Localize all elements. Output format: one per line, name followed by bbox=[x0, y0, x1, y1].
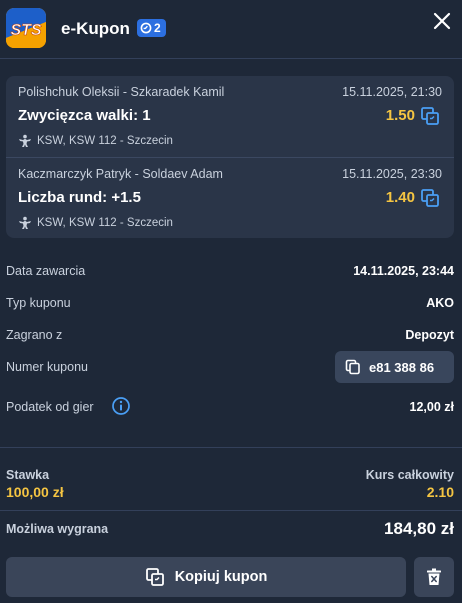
bet-date: 15.11.2025, 23:30 bbox=[342, 167, 442, 181]
played-value: Depozyt bbox=[405, 328, 454, 342]
stake-value: 100,00 zł bbox=[6, 484, 64, 500]
copy-icon bbox=[421, 189, 439, 207]
detail-row-tax: Podatek od gier 12,00 zł bbox=[6, 397, 454, 419]
coupon-header: STS e-Kupon 2 bbox=[0, 0, 462, 58]
info-icon bbox=[112, 397, 130, 415]
mma-icon bbox=[19, 134, 31, 147]
detail-row-type: Typ kuponu AKO bbox=[6, 293, 454, 315]
possible-win-value: 184,80 zł bbox=[384, 519, 454, 538]
trash-icon bbox=[427, 568, 441, 585]
detail-row-played: Zagrano z Depozyt bbox=[6, 325, 454, 347]
played-label: Zagrano z bbox=[6, 328, 63, 342]
total-odds-value: 2.10 bbox=[426, 484, 454, 500]
date-value: 14.11.2025, 23:44 bbox=[353, 264, 454, 278]
close-icon bbox=[433, 12, 451, 30]
copy-icon bbox=[145, 568, 164, 586]
bet-odds: 1.50 bbox=[385, 107, 415, 124]
bet-date: 15.11.2025, 21:30 bbox=[342, 85, 442, 99]
header-divider bbox=[0, 58, 462, 59]
bet-count: 2 bbox=[154, 21, 161, 35]
bets-list: Polishchuk Oleksii - Szkaradek Kamil 15.… bbox=[6, 76, 454, 238]
type-label: Typ kuponu bbox=[6, 296, 71, 310]
tax-value: 12,00 zł bbox=[409, 400, 454, 414]
bet-league: KSW, KSW 112 - Szczecin bbox=[18, 216, 173, 230]
sts-logo: STS bbox=[6, 8, 46, 48]
total-odds-label: Kurs całkowity bbox=[365, 468, 454, 482]
number-label: Numer kuponu bbox=[6, 360, 88, 374]
copy-selection-button[interactable] bbox=[420, 106, 440, 126]
bet-market: Zwycięzca walki: 1 bbox=[18, 107, 151, 124]
bet-odds: 1.40 bbox=[385, 189, 415, 206]
svg-text:STS: STS bbox=[10, 22, 41, 39]
bet-league: KSW, KSW 112 - Szczecin bbox=[18, 134, 173, 148]
bet-league-label: KSW, KSW 112 - Szczecin bbox=[37, 135, 173, 147]
tax-info-button[interactable] bbox=[111, 396, 131, 416]
copy-icon bbox=[421, 107, 439, 125]
bet-players: Polishchuk Oleksii - Szkaradek Kamil bbox=[18, 85, 225, 99]
summary-divider bbox=[0, 447, 462, 448]
bet-players: Kaczmarczyk Patryk - Soldaev Adam bbox=[18, 167, 223, 181]
stake-label: Stawka bbox=[6, 468, 50, 482]
delete-coupon-button[interactable] bbox=[414, 557, 454, 597]
tax-label: Podatek od gier bbox=[6, 400, 94, 414]
detail-row-date: Data zawarcia 14.11.2025, 23:44 bbox=[6, 261, 454, 283]
coupon-title: e-Kupon bbox=[61, 19, 130, 38]
bet-item: Kaczmarczyk Patryk - Soldaev Adam 15.11.… bbox=[6, 157, 454, 238]
copy-coupon-button[interactable]: Kopiuj kupon bbox=[6, 557, 406, 597]
date-label: Data zawarcia bbox=[6, 264, 86, 278]
close-button[interactable] bbox=[430, 9, 454, 33]
copy-selection-button[interactable] bbox=[420, 188, 440, 208]
type-value: AKO bbox=[426, 296, 454, 310]
bet-count-badge: 2 bbox=[137, 19, 166, 37]
possible-win-label: Możliwa wygrana bbox=[6, 522, 109, 536]
bet-item: Polishchuk Oleksii - Szkaradek Kamil 15.… bbox=[6, 76, 454, 157]
bet-league-label: KSW, KSW 112 - Szczecin bbox=[37, 217, 173, 229]
ticket-icon bbox=[140, 22, 152, 34]
win-divider bbox=[0, 510, 462, 511]
mma-icon bbox=[19, 216, 31, 229]
copy-coupon-label: Kopiuj kupon bbox=[174, 569, 268, 585]
copy-icon bbox=[345, 359, 360, 375]
bet-market: Liczba rund: +1.5 bbox=[18, 189, 141, 206]
coupon-number-value: e81 388 86 bbox=[369, 359, 435, 375]
copy-coupon-number-button[interactable]: e81 388 86 bbox=[335, 351, 454, 383]
